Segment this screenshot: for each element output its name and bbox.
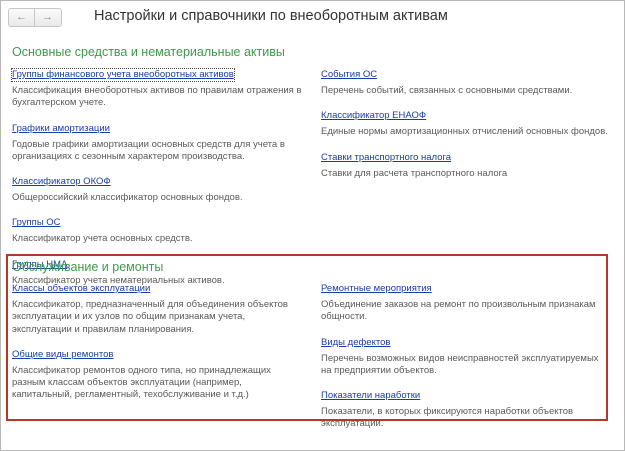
maintenance-right-column: Ремонтные мероприятия Объединение заказо… (321, 278, 609, 431)
back-button[interactable]: ← (9, 9, 34, 26)
description: Перечень возможных видов неисправностей … (321, 352, 599, 376)
link-os-groups[interactable]: Группы ОС (12, 217, 61, 229)
link-transport-tax-rates[interactable]: Ставки транспортного налога (321, 152, 451, 164)
link-repair-types[interactable]: Общие виды ремонтов (12, 349, 113, 361)
description: Классификатор, предназначенный для объед… (12, 299, 288, 335)
fixed-assets-right-column: События ОС Перечень событий, связанных с… (321, 64, 611, 180)
link-defect-types[interactable]: Виды дефектов (321, 337, 390, 349)
list-item: Классификатор ОКОФ Общероссийский класси… (12, 171, 302, 204)
link-os-events[interactable]: События ОС (321, 69, 377, 81)
link-enaof[interactable]: Классификатор ЕНАОФ (321, 110, 426, 122)
list-item: Виды дефектов Перечень возможных видов н… (321, 332, 609, 378)
section-title-fixed-assets: Основные средства и нематериальные актив… (12, 45, 285, 59)
link-repair-activities[interactable]: Ремонтные мероприятия (321, 283, 432, 295)
link-fin-groups[interactable]: Группы финансового учета внеоборотных ак… (11, 68, 235, 82)
arrow-right-icon: → (42, 11, 53, 23)
description: Классификатор учета основных средств. (12, 233, 193, 245)
forward-button[interactable]: → (35, 9, 60, 26)
window-frame: ← → Настройки и справочники по внеоборот… (0, 0, 625, 451)
description: Перечень событий, связанных с основными … (321, 85, 573, 96)
navigation-buttons: ← → (8, 8, 62, 27)
description: Классификатор ремонтов одного типа, но п… (12, 364, 271, 401)
description: Показатели, в которых фиксируются нарабо… (321, 406, 574, 430)
list-item: События ОС Перечень событий, связанных с… (321, 64, 611, 97)
link-okof[interactable]: Классификатор ОКОФ (12, 176, 111, 188)
page-title: Настройки и справочники по внеоборотным … (94, 8, 448, 24)
list-item: Общие виды ремонтов Классификатор ремонт… (12, 344, 302, 402)
description: Годовые графики амортизации основных сре… (12, 138, 285, 162)
list-item: Графики амортизации Годовые графики амор… (12, 118, 302, 164)
description: Ставки для расчета транспортного налога (321, 167, 508, 179)
description: Объединение заказов на ремонт по произво… (321, 299, 596, 323)
link-depreciation-schedules[interactable]: Графики амортизации (12, 123, 110, 135)
list-item: Группы ОС Классификатор учета основных с… (12, 212, 302, 245)
description: Классификация внеоборотных активов по пр… (12, 85, 302, 109)
section-title-maintenance: Обслуживание и ремонты (12, 260, 164, 274)
maintenance-left-column: Классы объектов эксплуатации Классификат… (12, 278, 302, 402)
list-item: Ремонтные мероприятия Объединение заказо… (321, 278, 609, 324)
link-object-classes[interactable]: Классы объектов эксплуатации (12, 283, 150, 295)
description: Общероссийский классификатор основных фо… (12, 192, 243, 204)
list-item: Классификатор ЕНАОФ Единые нормы амортиз… (321, 105, 611, 138)
list-item: Классы объектов эксплуатации Классификат… (12, 278, 302, 336)
list-item: Группы финансового учета внеоборотных ак… (11, 64, 302, 110)
list-item: Ставки транспортного налога Ставки для р… (321, 147, 611, 180)
list-item: Показатели наработки Показатели, в котор… (321, 385, 609, 431)
link-operating-indicators[interactable]: Показатели наработки (321, 390, 420, 402)
description: Единые нормы амортизационных отчислений … (321, 126, 608, 138)
arrow-left-icon: ← (16, 11, 27, 23)
